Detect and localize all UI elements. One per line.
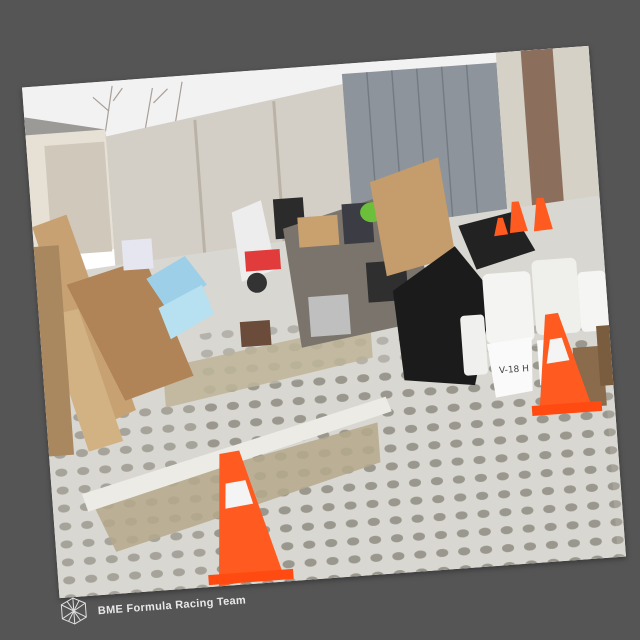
photo-card: V-18 H — [22, 45, 626, 599]
junk-yard-photo: V-18 H — [22, 45, 626, 599]
team-name: BME Formula Racing Team — [97, 594, 247, 618]
cube-wireframe-icon — [59, 594, 89, 631]
